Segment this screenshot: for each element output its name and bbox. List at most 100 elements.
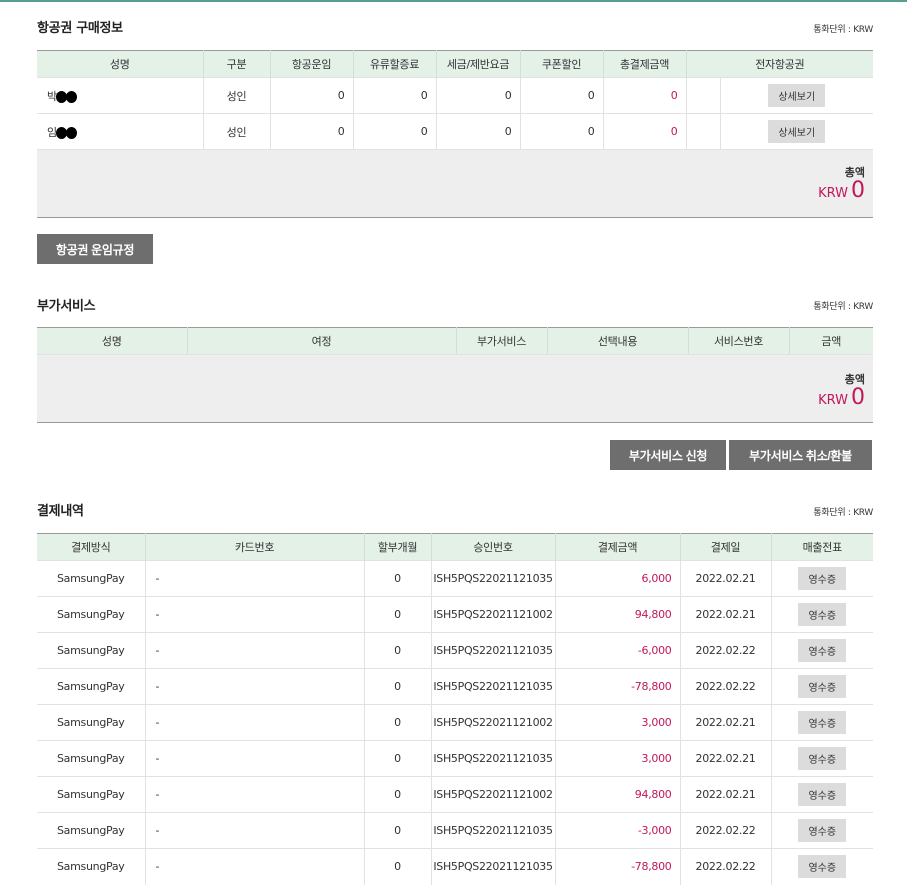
detail-button[interactable]: 상세보기	[768, 120, 826, 144]
col-header-method: 결제방식	[37, 533, 145, 561]
installment-months: 0	[363, 776, 431, 813]
ticket-section-title: 항공권 구매정보	[37, 21, 123, 36]
payment-method: SamsungPay	[37, 740, 145, 777]
approval-number: ISH5PQS22021121002	[430, 704, 555, 741]
table-row: SamsungPay -0 ISH5PQS22021121035 3,000 2022.…	[37, 740, 873, 777]
fare-rules-button[interactable]: 항공권 운임규정	[37, 234, 153, 264]
installment-months: 0	[363, 848, 431, 885]
col-header-card: 카드번호	[144, 533, 364, 561]
total-amount: KRW 0	[818, 385, 865, 410]
payment-method: SamsungPay	[37, 596, 145, 633]
card-number: -	[144, 704, 364, 741]
receipt-button[interactable]: 영수증	[798, 639, 847, 662]
payment-date: 2022.02.21	[679, 596, 771, 633]
col-header-name: 성명	[37, 327, 187, 355]
coupon-value: 0	[519, 113, 603, 150]
installment-months: 0	[363, 740, 431, 777]
payment-date: 2022.02.22	[679, 812, 771, 849]
installment-months: 0	[363, 668, 431, 705]
approval-number: ISH5PQS22021121035	[430, 668, 555, 705]
col-header-eticket: 전자항공권	[685, 50, 874, 78]
payment-date: 2022.02.21	[679, 776, 771, 813]
installment-months: 0	[363, 632, 431, 669]
ticket-table: 성명 구분 항공운임 유류할증료 세금/제반요금 쿠폰할인 총결제금액 전자항공…	[37, 50, 874, 150]
col-header-service-number: 서비스번호	[687, 327, 789, 355]
fuel-value: 0	[352, 113, 436, 150]
payment-amount: 6,000	[554, 560, 680, 597]
payment-amount: -6,000	[554, 632, 680, 669]
table-row: SamsungPay -0 ISH5PQS22021121035 -6,000 2022…	[37, 632, 873, 669]
table-row: SamsungPay -0 ISH5PQS22021121035 -78,800 202…	[37, 848, 873, 885]
payment-amount: 94,800	[554, 776, 680, 813]
card-number: -	[144, 560, 364, 597]
payment-date: 2022.02.22	[679, 668, 771, 705]
total-currency: KRW	[818, 393, 848, 408]
detail-button[interactable]: 상세보기	[768, 84, 826, 107]
payment-date: 2022.02.21	[679, 560, 771, 597]
payment-amount: -78,800	[554, 668, 680, 705]
installment-months: 0	[363, 596, 431, 633]
installment-months: 0	[363, 812, 431, 849]
total-amount: KRW 0	[818, 178, 865, 203]
col-header-name: 성명	[37, 50, 203, 78]
table-row: SamsungPay -0 ISH5PQS22021121035 -78,800 202…	[37, 668, 873, 705]
total-currency: KRW	[818, 186, 848, 201]
col-header-itinerary: 여정	[186, 327, 456, 355]
receipt-button[interactable]: 영수증	[798, 819, 847, 842]
total-value: 0	[602, 113, 686, 150]
masked-name	[65, 90, 77, 103]
col-header-tax: 세금/제반요금	[435, 50, 520, 78]
addon-apply-button[interactable]: 부가서비스 신청	[610, 440, 726, 470]
addon-cancel-button[interactable]: 부가서비스 취소/환불	[729, 440, 872, 470]
payment-amount: 3,000	[554, 704, 680, 741]
table-row: SamsungPay -0 ISH5PQS22021121035 -3,000 2022…	[37, 812, 873, 849]
receipt-button[interactable]: 영수증	[798, 783, 847, 806]
payment-method: SamsungPay	[37, 560, 145, 597]
payment-amount: -3,000	[554, 812, 680, 849]
payment-date: 2022.02.21	[679, 740, 771, 777]
tax-value: 0	[435, 113, 520, 150]
payment-table: 결제방식 카드번호 할부개월 승인번호 결제금액 결제일 매출전표 Samsun…	[37, 533, 873, 885]
approval-number: ISH5PQS22021121035	[430, 812, 555, 849]
table-row: SamsungPay -0 ISH5PQS22021121035 6,000 2022.…	[37, 560, 873, 597]
col-header-fuel: 유류할증료	[352, 50, 436, 78]
top-accent-line	[0, 0, 907, 2]
card-number: -	[144, 632, 364, 669]
addon-section-title: 부가서비스	[37, 299, 96, 314]
approval-number: ISH5PQS22021121035	[430, 632, 555, 669]
payment-date: 2022.02.21	[679, 704, 771, 741]
receipt-button[interactable]: 영수증	[798, 675, 847, 698]
payment-date: 2022.02.22	[679, 848, 771, 885]
receipt-button[interactable]: 영수증	[798, 711, 847, 734]
receipt-button[interactable]: 영수증	[798, 567, 847, 590]
fare-value: 0	[269, 113, 353, 150]
payment-method: SamsungPay	[37, 704, 145, 741]
receipt-button[interactable]: 영수증	[798, 603, 847, 626]
masked-name	[65, 126, 77, 139]
col-header-installment: 할부개월	[363, 533, 431, 561]
installment-months: 0	[363, 560, 431, 597]
col-header-selection: 선택내용	[546, 327, 688, 355]
col-header-date: 결제일	[679, 533, 771, 561]
receipt-button[interactable]: 영수증	[798, 855, 847, 879]
total-number: 0	[851, 178, 865, 203]
card-number: -	[144, 668, 364, 705]
total-number: 0	[851, 385, 865, 410]
approval-number: ISH5PQS22021121035	[430, 848, 555, 885]
passenger-type: 성인	[202, 77, 270, 114]
col-header-total: 총결제금액	[602, 50, 686, 78]
ticket-total-box: 총액 KRW 0	[37, 149, 873, 218]
table-row: 임 성인 0 0 0 0 0 상세보기	[37, 113, 874, 150]
payment-method: SamsungPay	[37, 812, 145, 849]
card-number: -	[144, 596, 364, 633]
fare-value: 0	[269, 77, 353, 114]
payment-amount: 94,800	[554, 596, 680, 633]
card-number: -	[144, 848, 364, 885]
card-number: -	[144, 776, 364, 813]
addon-table: 성명 여정 부가서비스 선택내용 서비스번호 금액	[37, 327, 873, 355]
col-header-fare: 항공운임	[269, 50, 353, 78]
passenger-type: 성인	[202, 113, 270, 150]
receipt-button[interactable]: 영수증	[798, 747, 847, 770]
card-number: -	[144, 740, 364, 777]
total-value: 0	[602, 77, 686, 114]
